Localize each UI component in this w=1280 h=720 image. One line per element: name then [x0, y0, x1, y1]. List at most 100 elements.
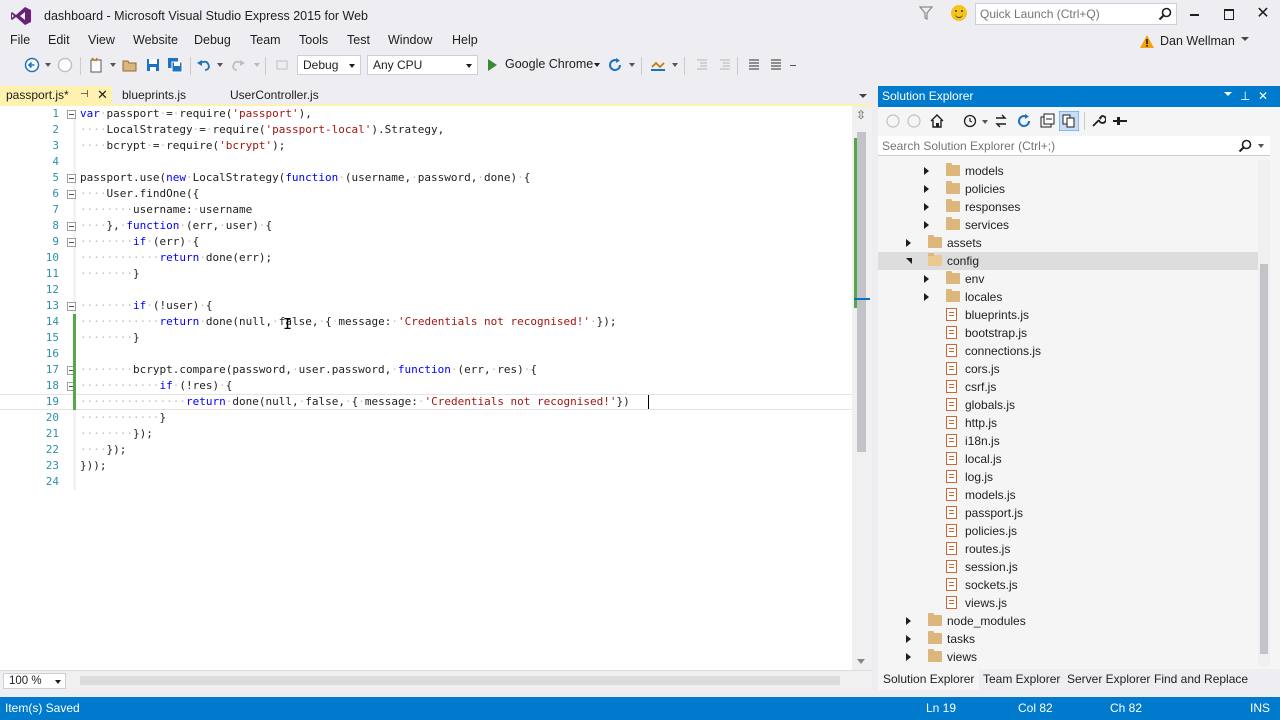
code-line[interactable]: 10 ············return·done(err);	[0, 250, 852, 266]
preview-selected-items-icon[interactable]	[1112, 113, 1128, 129]
collapsed-arrow-icon[interactable]	[924, 203, 929, 211]
properties-wrench-icon[interactable]	[1090, 113, 1106, 129]
code-line[interactable]: 8 ····},·function·(err,·user)·{	[0, 218, 852, 234]
undo-icon[interactable]	[196, 57, 212, 73]
show-all-files-icon[interactable]	[1059, 111, 1079, 131]
tab-team-explorer[interactable]: Team Explorer	[978, 669, 1065, 690]
code-text[interactable]: ········if·(!user)·{	[80, 298, 212, 314]
tree-item-models-js[interactable]: models.js	[878, 486, 1258, 504]
code-line[interactable]: 15 ········}	[0, 330, 852, 346]
solution-platform-dropdown[interactable]: Any CPU	[367, 55, 478, 75]
collapsed-arrow-icon[interactable]	[906, 617, 911, 625]
home-icon[interactable]	[929, 113, 945, 129]
tree-item-config[interactable]: config	[878, 252, 1258, 270]
collapsed-arrow-icon[interactable]	[924, 185, 929, 193]
menu-tools[interactable]: Tools	[299, 33, 328, 47]
tree-item-cors-js[interactable]: cors.js	[878, 360, 1258, 378]
tree-item-connections-js[interactable]: connections.js	[878, 342, 1258, 360]
collapse-region-icon[interactable]	[67, 302, 76, 311]
code-line[interactable]: 21 ········});	[0, 426, 852, 442]
split-window-icon[interactable]: ⇳	[856, 108, 866, 122]
save-all-icon[interactable]	[167, 57, 183, 73]
tree-item-locales[interactable]: locales	[878, 288, 1258, 306]
active-files-dropdown-icon[interactable]	[859, 94, 867, 98]
undo-dropdown-icon[interactable]	[217, 63, 223, 67]
collapse-all-icon[interactable]	[1039, 113, 1055, 129]
solution-tree[interactable]: models policies responses services assets con…	[878, 160, 1258, 666]
tree-item-passport-js[interactable]: passport.js	[878, 504, 1258, 522]
minimize-button[interactable]	[1180, 4, 1210, 24]
tree-item-bootstrap-js[interactable]: bootstrap.js	[878, 324, 1258, 342]
solution-configuration-dropdown[interactable]: Debug	[297, 55, 361, 75]
scrollbar-thumb[interactable]	[857, 132, 866, 452]
code-text[interactable]: ········}	[80, 266, 140, 282]
forward-icon[interactable]	[907, 114, 921, 128]
code-line[interactable]: 4	[0, 154, 852, 170]
tree-item-csrf-js[interactable]: csrf.js	[878, 378, 1258, 396]
tree-item-models[interactable]: models	[878, 162, 1258, 180]
toolbar-options-icon[interactable]	[790, 65, 796, 66]
tab-usercontroller-js[interactable]: UserController.js	[220, 86, 330, 105]
code-line[interactable]: 24	[0, 474, 852, 490]
tree-item-views-js[interactable]: views.js	[878, 594, 1258, 612]
code-line[interactable]: 11 ········}	[0, 266, 852, 282]
tree-item-policies-js[interactable]: policies.js	[878, 522, 1258, 540]
uncomment-icon[interactable]	[768, 57, 784, 73]
code-area[interactable]: 1 var·passport·=·require('passport'), 2 ···…	[0, 106, 852, 670]
menu-window[interactable]: Window	[388, 33, 432, 47]
collapsed-arrow-icon[interactable]	[906, 239, 911, 247]
browser-link-dropdown-icon[interactable]	[672, 63, 678, 67]
collapsed-arrow-icon[interactable]	[924, 221, 929, 229]
solution-explorer-search[interactable]	[878, 136, 1270, 156]
code-line[interactable]: 19 ················return·done(null,·fals…	[0, 394, 852, 410]
tree-item-globals-js[interactable]: globals.js	[878, 396, 1258, 414]
start-debugging-button[interactable]: Google Chrome	[484, 55, 604, 75]
collapsed-arrow-icon[interactable]	[906, 653, 911, 661]
code-text[interactable]: ················return·done(null,·false,…	[80, 395, 630, 409]
code-text[interactable]: passport.use(new·LocalStrategy(function·…	[80, 170, 530, 186]
code-line[interactable]: 13 ········if·(!user)·{	[0, 298, 852, 314]
collapsed-arrow-icon[interactable]	[924, 275, 929, 283]
tab-passport-js[interactable]: passport.js* ⊣ ✕	[0, 86, 112, 105]
code-text[interactable]: ············return·done(null,·false,·{·m…	[80, 314, 617, 330]
code-text[interactable]: ····LocalStrategy·=·require('passport-lo…	[80, 122, 444, 138]
user-name[interactable]: Dan Wellman	[1160, 34, 1235, 48]
back-dropdown-icon[interactable]	[45, 63, 51, 67]
restore-button[interactable]	[1214, 4, 1244, 24]
scroll-down-icon[interactable]	[857, 659, 865, 664]
code-line[interactable]: 20 ············}	[0, 410, 852, 426]
code-text[interactable]: ········});	[80, 426, 153, 442]
code-line[interactable]: 6 ····User.findOne({	[0, 186, 852, 202]
collapse-region-icon[interactable]	[67, 110, 76, 119]
menu-help[interactable]: Help	[452, 33, 478, 47]
solution-search-input[interactable]	[882, 138, 1242, 154]
code-line[interactable]: 9 ········if·(err)·{	[0, 234, 852, 250]
redo-icon[interactable]	[230, 57, 246, 73]
auto-hide-pin-icon[interactable]: ⊥	[1240, 89, 1250, 103]
save-icon[interactable]	[145, 57, 161, 73]
sync-icon[interactable]	[993, 113, 1009, 129]
horizontal-scrollbar-thumb[interactable]	[80, 676, 840, 685]
close-icon[interactable]: ✕	[97, 87, 108, 103]
refresh-dropdown-icon[interactable]	[629, 63, 635, 67]
tree-item-i18n-js[interactable]: i18n.js	[878, 432, 1258, 450]
code-text[interactable]: ········username:·username	[80, 202, 252, 218]
tree-item-tasks[interactable]: tasks	[878, 630, 1258, 648]
tab-server-explorer[interactable]: Server Explorer	[1062, 669, 1155, 690]
chevron-down-icon[interactable]	[1258, 144, 1264, 148]
collapsed-arrow-icon[interactable]	[906, 635, 911, 643]
code-line[interactable]: 3 ····bcrypt·=·require('bcrypt');	[0, 138, 852, 154]
tree-item-http-js[interactable]: http.js	[878, 414, 1258, 432]
code-text[interactable]: ············return·done(err);	[80, 250, 272, 266]
code-text[interactable]: ············}	[80, 410, 166, 426]
collapse-region-icon[interactable]	[67, 174, 76, 183]
menu-website[interactable]: Website	[133, 33, 178, 47]
search-icon[interactable]	[1158, 7, 1172, 21]
menu-file[interactable]: File	[10, 33, 30, 47]
code-text[interactable]: ····User.findOne({	[80, 186, 199, 202]
scrollbar-thumb[interactable]	[1260, 264, 1268, 654]
code-text[interactable]: ········bcrypt.compare(password,·user.pa…	[80, 362, 537, 378]
close-window-button[interactable]: ✕	[1248, 4, 1278, 24]
tab-solution-explorer[interactable]: Solution Explorer	[878, 669, 980, 690]
code-editor[interactable]: 1 var·passport·=·require('passport'), 2 ···…	[0, 106, 872, 670]
